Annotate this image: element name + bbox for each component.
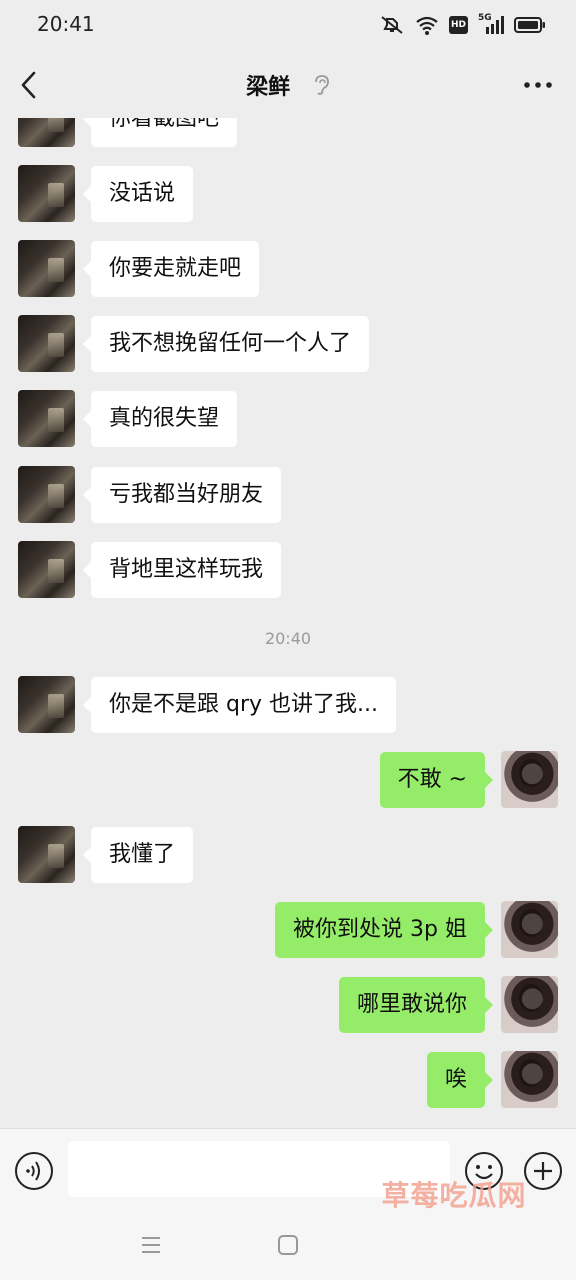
contact-avatar[interactable] [18,541,75,598]
self-avatar[interactable] [501,901,558,958]
message-bubble[interactable]: 真的很失望 [82,391,238,447]
self-avatar[interactable] [501,976,558,1033]
battery-icon [514,16,546,34]
message-row: 你看截图吧 [0,118,576,148]
chat-area[interactable]: 你看截图吧 没话说 你要走就走吧 我不想挽留任何一个人了 真的很失望 亏我都当好… [0,118,576,1128]
voice-button[interactable] [14,1151,54,1191]
message-timestamp: 20:40 [264,629,312,648]
menu-icon [142,1237,160,1253]
ear-icon [312,74,330,102]
nav-menu-button[interactable] [140,1234,162,1256]
contact-avatar[interactable] [18,315,75,372]
message-row: 背地里这样玩我 [0,541,576,599]
message-row: 被你到处说 3p 姐 [0,901,576,959]
chat-header: 梁鲜 [0,55,576,117]
nav-home-button[interactable] [277,1234,299,1256]
contact-avatar[interactable] [18,165,75,222]
message-input[interactable] [68,1141,450,1197]
emoji-icon [465,1152,503,1190]
message-bubble[interactable]: 背地里这样玩我 [82,542,282,598]
plus-button[interactable] [523,1151,563,1191]
status-bar: 20:41 HD 5G [0,0,576,50]
hd-icon: HD [449,16,468,34]
status-icons: HD 5G [379,13,546,36]
contact-avatar[interactable] [18,118,75,147]
message-bubble[interactable]: 你看截图吧 [82,118,238,147]
contact-avatar[interactable] [18,240,75,297]
mute-icon [379,15,405,35]
contact-avatar[interactable] [18,466,75,523]
voice-icon [15,1152,53,1190]
message-bubble[interactable]: 我懂了 [82,827,194,883]
more-button[interactable] [522,75,554,95]
message-row: 哪里敢说你 [0,976,576,1034]
self-avatar[interactable] [501,1051,558,1108]
message-row: 我懂了 [0,826,576,884]
input-bar [0,1128,576,1211]
home-icon [278,1235,298,1255]
status-time: 20:41 [37,12,95,36]
chat-title-wrap: 梁鲜 [0,69,576,102]
message-bubble[interactable]: 你要走就走吧 [82,241,260,297]
contact-avatar[interactable] [18,676,75,733]
message-bubble[interactable]: 亏我都当好朋友 [82,467,282,523]
message-bubble[interactable]: 我不想挽留任何一个人了 [82,316,370,372]
message-bubble[interactable]: 你是不是跟 qry 也讲了我... [83,677,396,733]
message-bubble[interactable]: 被你到处说 3p 姐 [275,902,493,958]
message-row: 真的很失望 [0,390,576,448]
message-row: 我不想挽留任何一个人了 [0,315,576,373]
message-bubble[interactable]: 唉 [426,1052,494,1108]
self-avatar[interactable] [501,751,558,808]
message-bubble[interactable]: 不敢 ~ [379,752,494,808]
message-row: 没话说 [0,165,576,223]
emoji-button[interactable] [464,1151,504,1191]
message-row: 唉 [0,1051,576,1109]
system-nav-bar [0,1210,576,1280]
wifi-icon [415,15,439,35]
message-row: 你是不是跟 qry 也讲了我... [0,676,576,734]
plus-icon [524,1152,562,1190]
contact-avatar[interactable] [18,390,75,447]
message-row: 不敢 ~ [0,751,576,809]
message-row: 你要走就走吧 [0,240,576,298]
message-bubble[interactable]: 没话说 [82,166,194,222]
contact-avatar[interactable] [18,826,75,883]
more-dots-icon [524,82,552,88]
signal-icon: 5G [478,13,504,35]
chat-title: 梁鲜 [246,75,291,100]
message-bubble[interactable]: 哪里敢说你 [338,977,494,1033]
message-row: 亏我都当好朋友 [0,466,576,524]
